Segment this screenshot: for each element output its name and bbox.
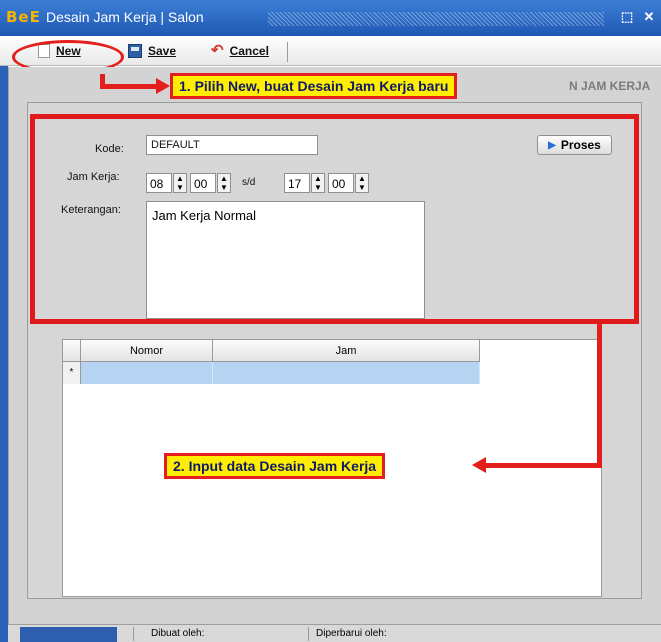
status-separator bbox=[133, 627, 134, 641]
cell-jam[interactable] bbox=[213, 362, 480, 384]
title-bar: BeE Desain Jam Kerja | Salon ⬚ ✕ bbox=[0, 0, 661, 36]
status-separator bbox=[308, 627, 309, 641]
close-icon[interactable]: ✕ bbox=[640, 8, 658, 26]
window-title: Desain Jam Kerja | Salon bbox=[46, 9, 204, 25]
save-button[interactable]: Save bbox=[128, 42, 176, 60]
diperbarui-oleh-label: Diperbarui oleh: bbox=[316, 628, 387, 639]
cancel-button-label: Cancel bbox=[229, 44, 269, 58]
callout1-arrowhead bbox=[156, 78, 170, 94]
app-logo: BeE bbox=[6, 8, 41, 26]
form-highlight-box bbox=[30, 114, 639, 324]
left-frame-strip bbox=[0, 36, 8, 642]
undo-arrow-icon: ↶ bbox=[211, 42, 224, 59]
restore-icon[interactable]: ⬚ bbox=[618, 8, 636, 26]
dibuat-oleh-label: Dibuat oleh: bbox=[151, 628, 205, 639]
callout1-connector-line bbox=[100, 84, 160, 89]
connector-horizontal bbox=[484, 463, 602, 468]
floppy-disk-icon bbox=[128, 44, 142, 58]
save-button-label: Save bbox=[148, 44, 177, 58]
cancel-button[interactable]: ↶ Cancel bbox=[211, 42, 269, 60]
column-header-nomor[interactable]: Nomor bbox=[81, 340, 213, 362]
section-title: N JAM KERJA bbox=[569, 79, 651, 93]
table-row[interactable]: * bbox=[63, 362, 480, 384]
callout-step-2: 2. Input data Desain Jam Kerja bbox=[164, 453, 386, 479]
column-header-jam[interactable]: Jam bbox=[213, 340, 480, 362]
connector-arrowhead bbox=[472, 457, 486, 473]
callout-step-1: 1. Pilih New, buat Desain Jam Kerja baru bbox=[170, 73, 458, 99]
cell-nomor[interactable] bbox=[81, 362, 213, 384]
grid-header: Nomor Jam bbox=[63, 340, 480, 362]
connector-vertical bbox=[597, 324, 602, 468]
grid-corner bbox=[63, 340, 81, 362]
title-bar-pattern bbox=[268, 12, 604, 26]
new-row-marker: * bbox=[63, 362, 81, 384]
status-bar: Dibuat oleh: Diperbarui oleh: bbox=[8, 624, 661, 642]
status-indicator bbox=[20, 627, 117, 642]
toolbar-separator bbox=[287, 42, 288, 62]
